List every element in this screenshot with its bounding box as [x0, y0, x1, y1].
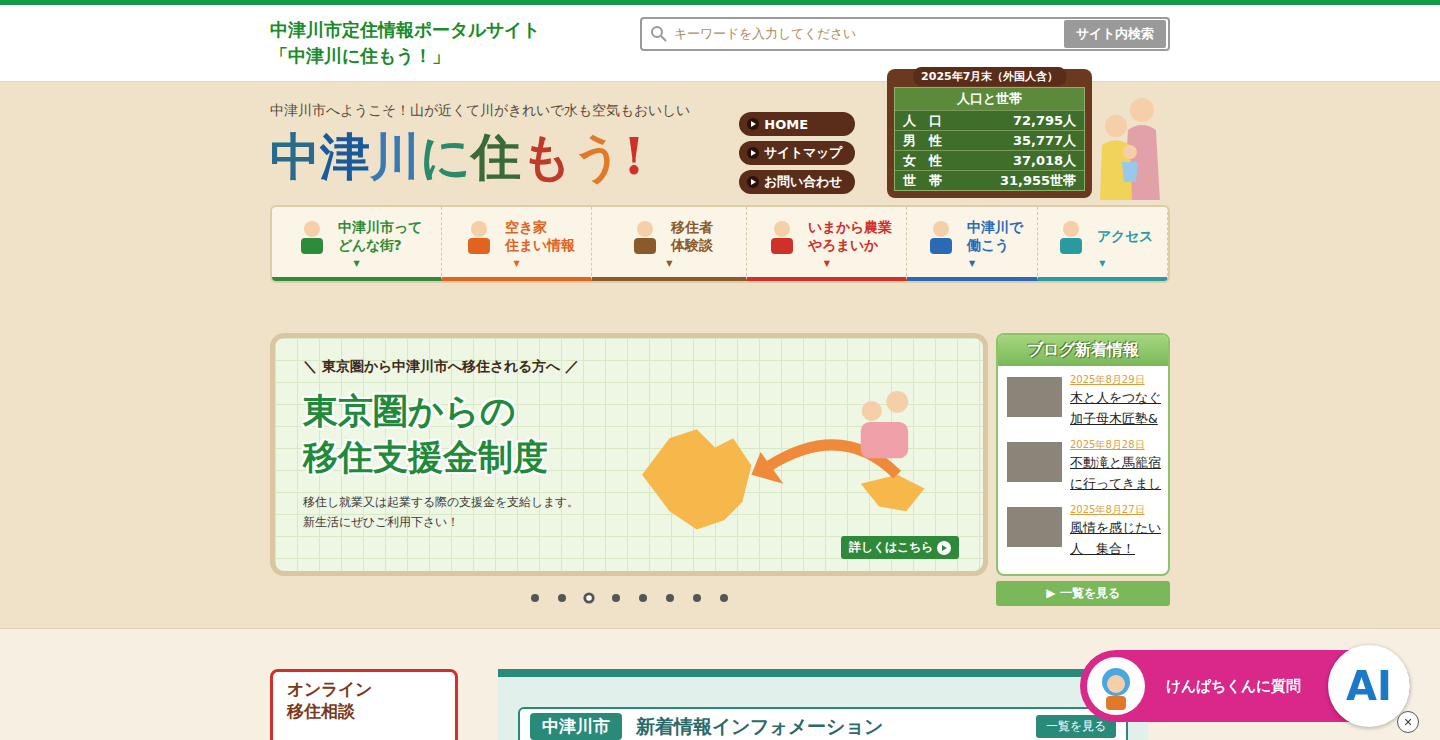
blog-item[interactable]: 2025年8月27日風情を感じたい人 集合！ — [998, 496, 1168, 561]
blog-thumbnail — [1007, 377, 1062, 417]
menu-item[interactable]: 中津川市ってどんな街?▼ — [272, 207, 442, 281]
search-icon — [650, 25, 668, 43]
header: 中津川市定住情報ポータルサイト「中津川に住もう！」 キーワードを入力してくださいサ… — [0, 0, 1440, 82]
carousel-dot[interactable] — [720, 594, 728, 602]
tagline: 中津川市へようこそ！山が近くて川がきれいで水も空気もおいしい — [270, 102, 739, 120]
slide-description: 移住し就業又は起業する際の支援金を支給します。新生活にぜひご利用下さい！ — [303, 492, 633, 532]
japan-map-icon — [633, 358, 961, 555]
menu-illustration-icon — [1051, 216, 1091, 256]
blog-title: ブログ新着情報 — [998, 335, 1168, 366]
quick-link[interactable]: お問い合わせ — [739, 170, 855, 194]
menu-item[interactable]: アクセス▼ — [1038, 207, 1168, 281]
hero: 中津川市へようこそ！山が近くて川がきれいで水も空気もおいしい中津川に住もう!HO… — [0, 82, 1440, 629]
arrow-icon — [747, 176, 759, 188]
menu-item[interactable]: 移住者体験談▼ — [592, 207, 747, 281]
arrow-icon — [937, 541, 951, 555]
blog-more-button[interactable]: ▶ 一覧を見る — [996, 581, 1170, 606]
menu-arrow: ▼ — [353, 259, 359, 268]
menu-arrow: ▼ — [514, 259, 520, 268]
quick-links: HOME サイトマップお問い合わせ — [739, 82, 855, 194]
site-title[interactable]: 中津川市定住情報ポータルサイト「中津川に住もう！」 — [270, 17, 540, 69]
menu-arrow: ▼ — [666, 259, 672, 268]
arrow-icon — [747, 147, 759, 159]
menu-item[interactable]: 空き家住まい情報▼ — [442, 207, 592, 281]
ai-badge: AI — [1328, 645, 1410, 727]
arrow-icon — [747, 118, 759, 130]
carousel-dots — [531, 594, 728, 602]
slide-kicker: ＼ 東京圏から中津川市へ移住される方へ ／ — [303, 358, 633, 376]
carousel-slide[interactable]: ＼ 東京圏から中津川市へ移住される方へ ／ 東京圏からの移住支援金制度移住し就業又… — [270, 333, 988, 576]
logo[interactable]: 中津川に住もう! — [270, 120, 739, 194]
search-input[interactable]: キーワードを入力してください — [674, 25, 1058, 43]
menu-illustration-icon — [921, 216, 961, 256]
carousel-dot[interactable] — [612, 594, 620, 602]
menu-arrow: ▼ — [969, 259, 975, 268]
quick-link[interactable]: サイトマップ — [739, 141, 855, 165]
menu-item[interactable]: 中津川で働こう▼ — [907, 207, 1037, 281]
family-icon — [1092, 90, 1170, 205]
slide-detail-button[interactable]: 詳しくはこちら — [841, 536, 959, 559]
menu-illustration-icon — [292, 216, 332, 256]
menu-arrow: ▼ — [824, 259, 830, 268]
carousel-dot[interactable] — [558, 594, 566, 602]
carousel-dot[interactable] — [531, 594, 539, 602]
quick-link[interactable]: HOME — [739, 112, 855, 136]
online-consult-card[interactable]: オンライン移住相談 — [270, 669, 458, 740]
carousel-dot[interactable] — [639, 594, 647, 602]
carousel-dot[interactable] — [666, 594, 674, 602]
population-date: 2025年7月末（外国人含） — [913, 67, 1066, 86]
carousel-dot[interactable] — [693, 594, 701, 602]
main-menu: 中津川市ってどんな街?▼空き家住まい情報▼移住者体験談▼いまから農業やろまいか▼… — [270, 205, 1170, 283]
menu-illustration-icon — [762, 216, 802, 256]
slide-title: 東京圏からの移住支援金制度 — [303, 388, 633, 480]
population-row: 女 性37,018人 — [895, 150, 1084, 170]
info-city: 中津川市 — [530, 713, 622, 740]
menu-item[interactable]: いまから農業やろまいか▼ — [747, 207, 907, 281]
blog-panel: ブログ新着情報2025年8月29日木と人をつなぐ加子母木匠塾&2025年8月28… — [996, 333, 1170, 576]
blog-item[interactable]: 2025年8月29日木と人をつなぐ加子母木匠塾& — [998, 366, 1168, 431]
population-row: 人 口72,795人 — [895, 110, 1084, 130]
population-board: 2025年7月末（外国人含） 人口と世帯人 口72,795人男 性35,777人女… — [887, 69, 1092, 198]
menu-arrow: ▼ — [1099, 259, 1105, 268]
population-row: 男 性35,777人 — [895, 130, 1084, 150]
search-button[interactable]: サイト内検索 — [1064, 20, 1166, 48]
mascot-icon — [1086, 656, 1146, 716]
menu-illustration-icon — [625, 216, 665, 256]
carousel-dot[interactable] — [583, 592, 594, 603]
ai-chat-button[interactable]: けんぱちくんに質問AI — [1080, 650, 1410, 722]
population-title: 人口と世帯 — [895, 88, 1084, 110]
info-panel: 中津川市新着情報インフォメーション一覧を見る — [498, 669, 1148, 740]
search-box[interactable]: キーワードを入力してくださいサイト内検索 — [640, 17, 1170, 51]
close-button[interactable]: × — [1397, 711, 1419, 733]
blog-thumbnail — [1007, 507, 1062, 547]
blog-item[interactable]: 2025年8月28日不動滝と馬籠宿に行ってきまし — [998, 431, 1168, 496]
population-row: 世 帯31,955世帯 — [895, 170, 1084, 190]
info-title: 新着情報インフォメーション — [636, 714, 1022, 740]
menu-illustration-icon — [459, 216, 499, 256]
blog-thumbnail — [1007, 442, 1062, 482]
